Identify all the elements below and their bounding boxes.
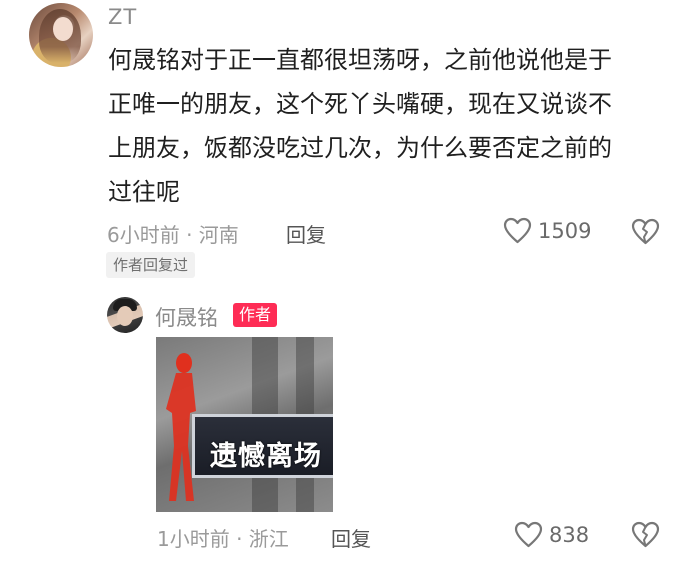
heart-outline-icon: [503, 217, 532, 244]
comment-line: 上朋友，饭都没吃过几次，为什么要否定之前的: [108, 134, 612, 162]
reply-username[interactable]: 何晟铭: [155, 302, 218, 332]
dislike-button[interactable]: [631, 521, 660, 552]
dislike-button[interactable]: [631, 218, 660, 249]
author-badge: 作者: [233, 303, 278, 327]
comment-line: 正唯一的朋友，这个死丫头嘴硬，现在又说谈不: [108, 90, 612, 118]
author-avatar[interactable]: [107, 297, 143, 333]
broken-heart-icon: [631, 521, 660, 548]
avatar-face: [53, 17, 73, 41]
broken-heart-icon: [631, 218, 660, 245]
comment-line: 过往呢: [108, 178, 180, 206]
like-count: 838: [549, 522, 590, 547]
reply-button[interactable]: 回复: [286, 219, 326, 248]
sticker-caption: 遗憾离场: [210, 441, 322, 472]
like-button[interactable]: 838: [514, 521, 589, 548]
comment-line: 何晟铭对于正一直都很坦荡呀，之前他说他是于: [108, 46, 612, 74]
heart-outline-icon: [514, 521, 543, 548]
reply-sticker-image[interactable]: 遗憾离场: [156, 337, 333, 512]
author-replied-tag: 作者回复过: [106, 252, 196, 278]
reply-meta-time-location: 1小时前 · 浙江: [157, 527, 289, 551]
comment-body: 何晟铭对于正一直都很坦荡呀，之前他说他是于 正唯一的朋友，这个死丫头嘴硬，现在又…: [108, 38, 668, 214]
like-count: 1509: [538, 218, 592, 243]
comment-username[interactable]: ZT: [108, 5, 137, 29]
avatar-face: [117, 306, 133, 326]
comment-meta-time-location: 6小时前 · 河南: [107, 223, 239, 247]
user-avatar-zt[interactable]: [29, 3, 93, 67]
like-button[interactable]: 1509: [503, 217, 591, 244]
reply-button[interactable]: 回复: [331, 523, 371, 552]
